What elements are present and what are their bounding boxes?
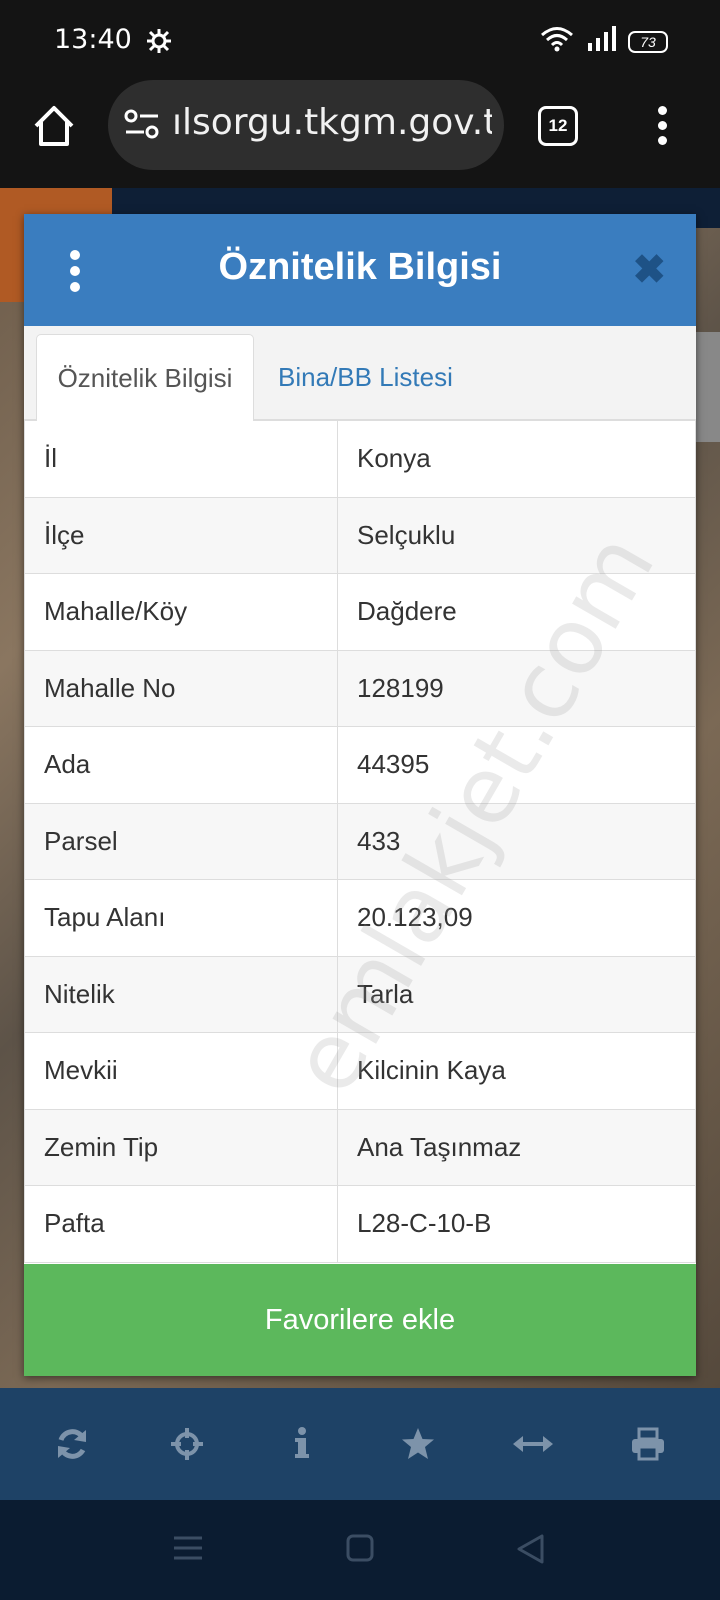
measure-arrows-icon[interactable] — [503, 1414, 563, 1474]
row-key: İlçe — [25, 497, 338, 574]
row-value: Ana Taşınmaz — [338, 1109, 696, 1186]
map-scroll-handle[interactable] — [694, 332, 720, 442]
table-row: MevkiiKilcinin Kaya — [25, 1033, 696, 1110]
wifi-icon — [540, 26, 574, 57]
row-key: Pafta — [25, 1186, 338, 1263]
settings-gear-icon — [146, 28, 172, 59]
status-bar: 13:40 73 — [0, 0, 720, 80]
table-row: İlKonya — [25, 421, 696, 498]
battery-icon: 73 — [628, 31, 668, 53]
system-nav-bar — [0, 1500, 720, 1600]
info-icon[interactable] — [272, 1414, 332, 1474]
row-key: Parsel — [25, 803, 338, 880]
table-row: PaftaL28-C-10-B — [25, 1186, 696, 1263]
tab-attributes[interactable]: Öznitelik Bilgisi — [36, 334, 254, 421]
home-icon[interactable] — [30, 102, 78, 150]
home-square-icon[interactable] — [346, 1534, 374, 1567]
row-value: Dağdere — [338, 574, 696, 651]
dialog-header: Öznitelik Bilgisi ✖ — [24, 214, 696, 326]
table-row: İlçeSelçuklu — [25, 497, 696, 574]
table-row: Mahalle/KöyDağdere — [25, 574, 696, 651]
close-icon[interactable]: ✖ — [632, 250, 666, 290]
row-key: Nitelik — [25, 956, 338, 1033]
url-text: ılsorgu.tkgm.gov.tr — [172, 102, 492, 143]
browser-toolbar: ılsorgu.tkgm.gov.tr 12 — [0, 80, 720, 188]
row-value: L28-C-10-B — [338, 1186, 696, 1263]
site-settings-icon[interactable] — [124, 108, 160, 145]
tab-switcher-button[interactable]: 12 — [538, 106, 578, 146]
status-time: 13:40 — [54, 24, 132, 55]
recents-icon[interactable] — [174, 1534, 202, 1567]
row-key: Mahalle/Köy — [25, 574, 338, 651]
row-key: Ada — [25, 727, 338, 804]
row-value: Kilcinin Kaya — [338, 1033, 696, 1110]
dialog-title: Öznitelik Bilgisi — [24, 246, 696, 289]
locate-crosshair-icon[interactable] — [157, 1414, 217, 1474]
row-value: 433 — [338, 803, 696, 880]
row-value: 128199 — [338, 650, 696, 727]
table-row: Zemin TipAna Taşınmaz — [25, 1109, 696, 1186]
attribute-dialog: Öznitelik Bilgisi ✖ Öznitelik Bilgisi Bi… — [24, 214, 696, 1376]
star-icon[interactable] — [388, 1414, 448, 1474]
row-key: Tapu Alanı — [25, 880, 338, 957]
refresh-icon[interactable] — [42, 1414, 102, 1474]
table-row: Mahalle No128199 — [25, 650, 696, 727]
print-icon[interactable] — [618, 1414, 678, 1474]
tab-building-list[interactable]: Bina/BB Listesi — [278, 334, 453, 420]
row-value: Tarla — [338, 956, 696, 1033]
table-row: Ada44395 — [25, 727, 696, 804]
attribute-table: İlKonya İlçeSelçuklu Mahalle/KöyDağdere … — [24, 420, 696, 1263]
signal-icon — [586, 26, 616, 57]
table-row: NitelikTarla — [25, 956, 696, 1033]
row-key: Mahalle No — [25, 650, 338, 727]
back-triangle-icon[interactable] — [516, 1534, 544, 1569]
add-favorite-button[interactable]: Favorilere ekle — [24, 1264, 696, 1376]
row-key: İl — [25, 421, 338, 498]
row-value: 20.123,09 — [338, 880, 696, 957]
table-row: Tapu Alanı20.123,09 — [25, 880, 696, 957]
row-key: Zemin Tip — [25, 1109, 338, 1186]
dialog-tabs: Öznitelik Bilgisi Bina/BB Listesi — [24, 326, 696, 420]
row-key: Mevkii — [25, 1033, 338, 1110]
row-value: 44395 — [338, 727, 696, 804]
row-value: Selçuklu — [338, 497, 696, 574]
address-bar[interactable]: ılsorgu.tkgm.gov.tr — [108, 80, 504, 170]
map-toolbar — [0, 1388, 720, 1500]
overflow-menu-icon[interactable] — [658, 106, 668, 148]
table-row: Parsel433 — [25, 803, 696, 880]
row-value: Konya — [338, 421, 696, 498]
